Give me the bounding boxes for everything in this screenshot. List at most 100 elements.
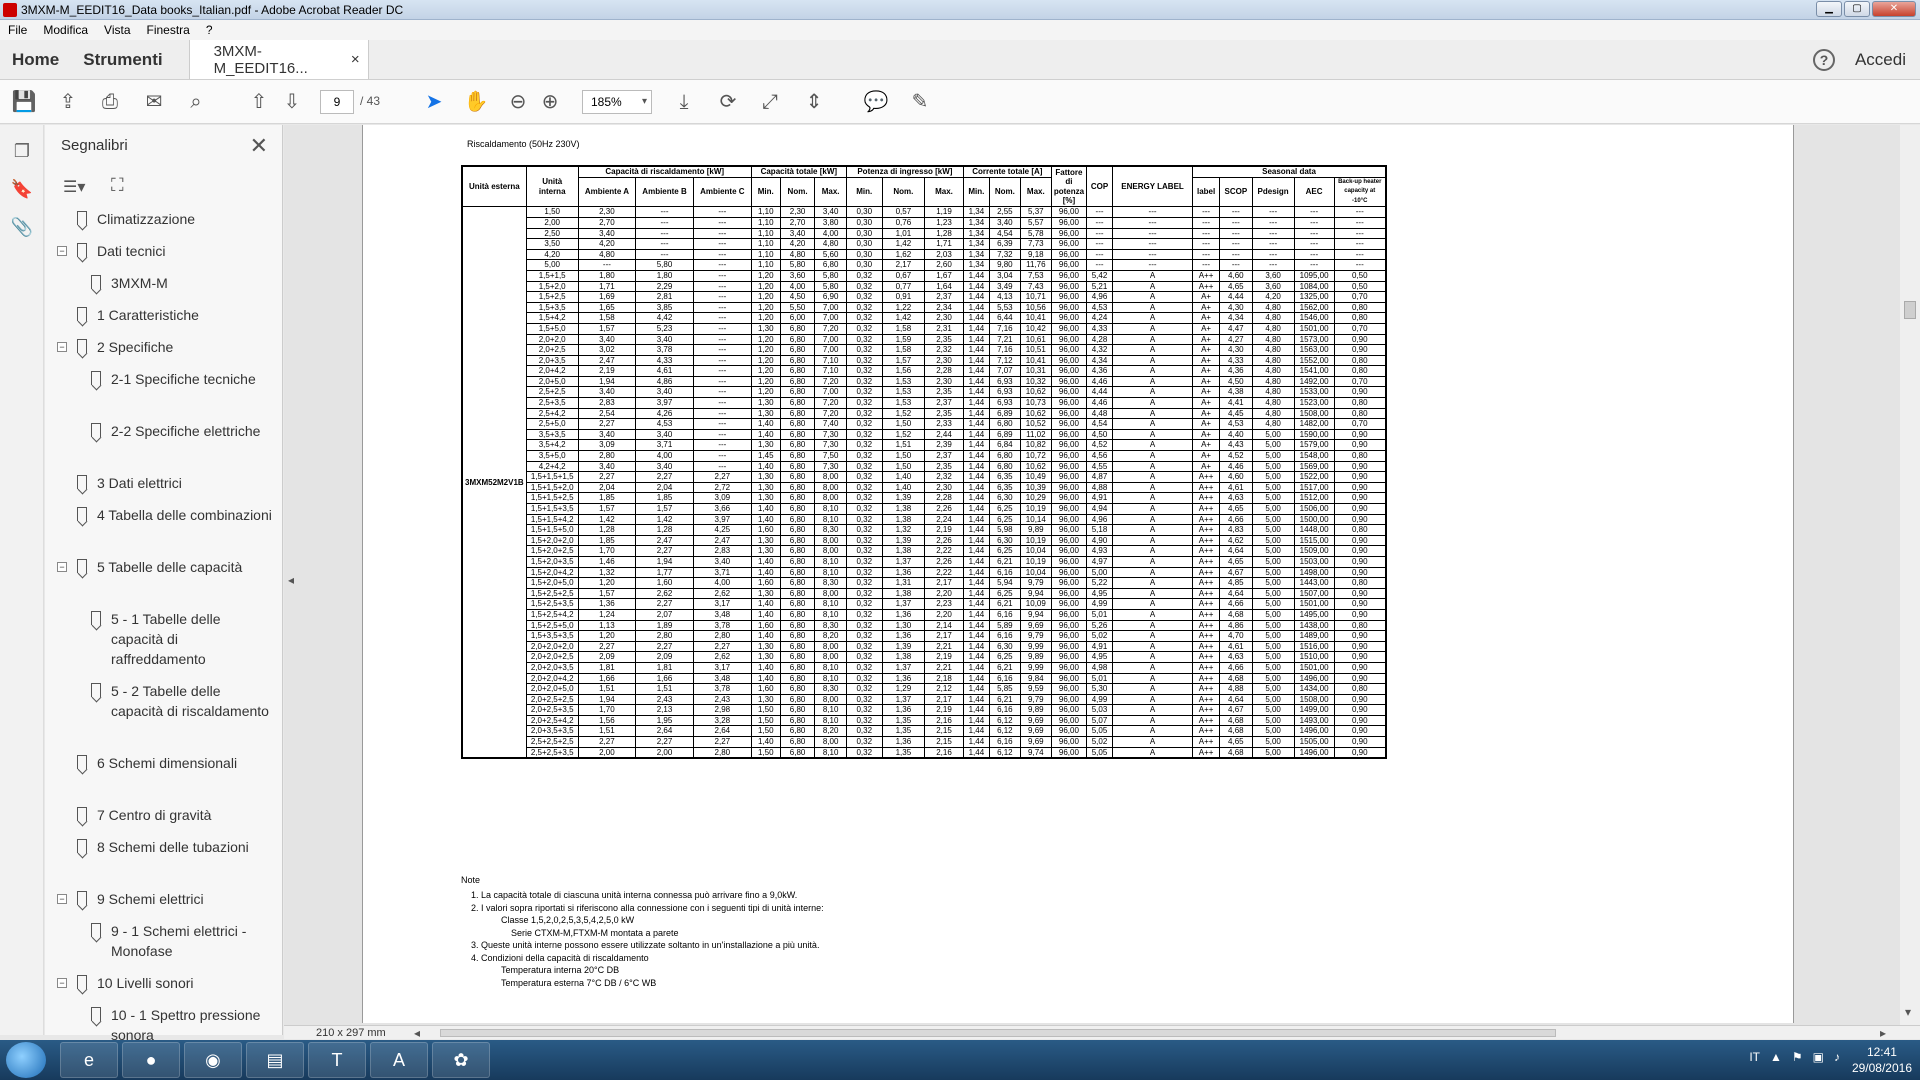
language-indicator[interactable]: IT — [1749, 1050, 1760, 1064]
minimize-button[interactable]: ▁ — [1816, 1, 1842, 17]
comment-icon[interactable]: 💬 — [862, 88, 890, 116]
bookmark-item[interactable]: 2-1 Specifiche tecniche — [91, 369, 273, 389]
search-icon[interactable]: ⌕ — [182, 88, 210, 116]
options-menu-icon[interactable]: ☰▾ — [63, 177, 85, 197]
collapse-icon[interactable]: − — [57, 562, 67, 572]
table-cell: 3,17 — [692, 598, 752, 610]
table-cell: 6,80 — [988, 450, 1021, 462]
horizontal-scroll-thumb[interactable] — [440, 1029, 1556, 1037]
table-cell: 4,33 — [1086, 322, 1114, 335]
horizontal-scrollbar[interactable]: 210 x 297 mm ◂ ▸ — [284, 1025, 1920, 1040]
acrobat-icon[interactable]: A — [370, 1042, 428, 1078]
table-cell: 0,32 — [845, 492, 883, 504]
bookmark-item[interactable]: 1 Caratteristiche — [77, 305, 273, 325]
table-cell: 2,0+4,2 — [525, 365, 579, 377]
bookmark-item[interactable]: 5 Tabelle delle capacità — [77, 557, 273, 577]
tab-close-icon[interactable]: × — [351, 51, 360, 68]
control-panel-icon[interactable]: ✿ — [432, 1042, 490, 1078]
bookmark-item[interactable]: 2-2 Specifiche elettriche — [91, 421, 273, 441]
table-cell: 6,80 — [779, 513, 816, 526]
vertical-scrollbar[interactable]: ▾ — [1900, 125, 1920, 1025]
bookmark-item[interactable]: 8 Schemi delle tubazioni — [77, 837, 273, 857]
menu-help[interactable]: ? — [198, 23, 221, 37]
collapse-panel-icon[interactable]: ◂ — [288, 573, 294, 587]
clock[interactable]: 12:41 29/08/2016 — [1852, 1044, 1912, 1076]
start-button[interactable] — [6, 1042, 46, 1078]
menu-file[interactable]: File — [0, 23, 35, 37]
bookmark-item[interactable]: 4 Tabella delle combinazioni — [77, 505, 273, 525]
bookmark-item[interactable]: 7 Centro di gravità — [77, 805, 273, 825]
table-cell: 6,80 — [814, 259, 847, 271]
bookmark-item[interactable]: 3MXM-M — [91, 273, 273, 293]
table-cell: 6,80 — [779, 725, 816, 738]
bookmark-item[interactable]: Dati tecnici — [77, 241, 273, 261]
vertical-scroll-thumb[interactable] — [1904, 301, 1916, 319]
collapse-icon[interactable]: − — [57, 894, 67, 904]
zoom-out-icon[interactable]: ⊖ — [504, 88, 532, 116]
bookmark-item[interactable]: 9 - 1 Schemi elettrici - Monofase — [91, 921, 273, 961]
bookmark-item[interactable]: 9 Schemi elettrici — [77, 889, 273, 909]
text-app-icon[interactable]: T — [308, 1042, 366, 1078]
menu-finestra[interactable]: Finestra — [139, 23, 198, 37]
collapse-icon[interactable]: − — [57, 246, 67, 256]
new-bookmark-icon[interactable]: ⛶ — [111, 175, 124, 196]
bookmark-item[interactable]: 2 Specifiche — [77, 337, 273, 357]
bookmarks-icon[interactable]: 🔖 — [10, 179, 34, 203]
pages-icon[interactable]: ❐ — [10, 141, 34, 165]
bookmark-item[interactable]: 10 - 1 Spettro pressione sonora — [91, 1005, 273, 1045]
bookmark-item[interactable]: 5 - 1 Tabelle delle capacità di raffredd… — [91, 609, 273, 669]
table-cell: 96,00 — [1050, 312, 1088, 324]
collapse-icon[interactable]: − — [57, 978, 67, 988]
help-icon[interactable]: ? — [1812, 48, 1835, 71]
volume-icon[interactable]: ♪ — [1834, 1050, 1840, 1064]
fit-page-icon[interactable]: ⤓ — [670, 88, 698, 116]
table-row: 2,0+2,0+5,0 1,51 1,51 3,78 1,60 6,80 8,30 0,32 1… — [462, 683, 1387, 695]
page-up-icon[interactable]: ⇧ — [245, 88, 273, 116]
full-screen-icon[interactable]: ⤢ — [756, 88, 784, 116]
scroll-right-icon[interactable]: ▸ — [1880, 1026, 1886, 1040]
zoom-in-icon[interactable]: ⊕ — [536, 88, 564, 116]
file-explorer-icon[interactable]: ▤ — [246, 1042, 304, 1078]
tray-arrow-icon[interactable]: ▲ — [1770, 1050, 1782, 1064]
bookmark-item[interactable]: Climatizzazione — [77, 209, 273, 229]
scroll-down-icon[interactable]: ▾ — [1905, 1005, 1911, 1019]
table-cell: 1,40 — [750, 598, 781, 610]
bookmark-item[interactable]: 10 Livelli sonori — [77, 973, 273, 993]
select-tool-icon[interactable]: ➤ — [420, 88, 448, 116]
tab-tools[interactable]: Strumenti — [71, 40, 174, 79]
maximize-button[interactable]: ▢ — [1844, 1, 1870, 17]
menu-vista[interactable]: Vista — [96, 23, 138, 37]
table-cell: 2,0+2,5+4,2 — [525, 714, 579, 727]
draw-icon[interactable]: ✎ — [906, 88, 934, 116]
menu-modifica[interactable]: Modifica — [35, 23, 96, 37]
bookmark-item[interactable]: 5 - 2 Tabelle delle capacità di riscalda… — [91, 681, 273, 721]
tab-document[interactable]: 3MXM-M_EEDIT16... × — [188, 40, 369, 79]
email-icon[interactable]: ✉ — [140, 88, 168, 116]
sign-in-button[interactable]: Accedi — [1855, 50, 1906, 70]
close-panel-icon[interactable]: ✕ — [250, 133, 268, 159]
close-window-button[interactable]: ✕ — [1872, 1, 1916, 17]
upload-icon[interactable]: ⇪ — [54, 88, 82, 116]
scroll-mode-icon[interactable]: ⇕ — [800, 88, 828, 116]
firefox-icon[interactable]: ● — [122, 1042, 180, 1078]
rotate-icon[interactable]: ⟳ — [714, 88, 742, 116]
chrome-icon[interactable]: ◉ — [184, 1042, 242, 1078]
internet-explorer-icon[interactable]: e — [60, 1042, 118, 1078]
page-down-icon[interactable]: ⇩ — [278, 88, 306, 116]
bookmark-item[interactable]: 3 Dati elettrici — [77, 473, 273, 493]
network-icon[interactable]: ▣ — [1813, 1050, 1824, 1064]
attachments-icon[interactable]: 📎 — [10, 217, 34, 241]
zoom-select[interactable]: 185% ▾ — [582, 90, 652, 114]
document-view[interactable]: ◂ Riscaldamento (50Hz 230V) Unità estern… — [284, 125, 1920, 1035]
bookmark-item[interactable]: 6 Schemi dimensionali — [77, 753, 273, 773]
save-icon[interactable]: 💾 — [10, 88, 38, 116]
collapse-icon[interactable]: − — [57, 342, 67, 352]
bookmark-icon — [77, 307, 87, 321]
page-number-input[interactable]: 9 — [320, 90, 354, 114]
tab-home[interactable]: Home — [0, 40, 71, 79]
print-icon[interactable]: ⎙ — [96, 88, 124, 116]
table-cell: 1,58 — [577, 312, 637, 324]
hand-tool-icon[interactable]: ✋ — [462, 88, 490, 116]
action-center-icon[interactable]: ⚑ — [1792, 1050, 1803, 1064]
scroll-left-icon[interactable]: ◂ — [414, 1026, 420, 1040]
